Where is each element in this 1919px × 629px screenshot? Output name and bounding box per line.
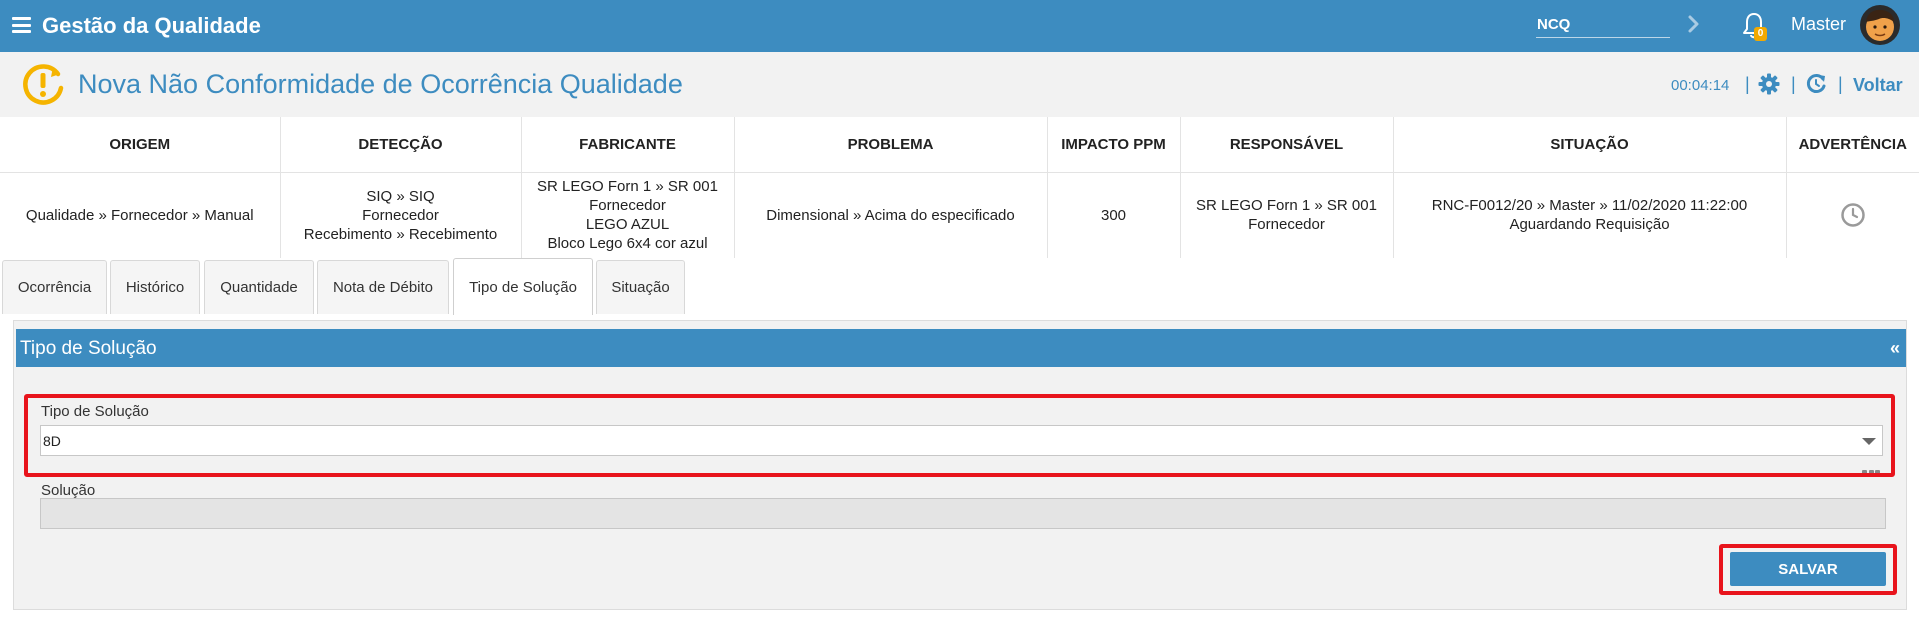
panel-title: Tipo de Solução [20, 338, 157, 359]
cell-text: Dimensional » Acima do especificado [766, 206, 1015, 224]
module-search-input[interactable] [1536, 12, 1670, 38]
cell-problema: Dimensional » Acima do especificado [734, 172, 1048, 258]
hamburger-menu-icon[interactable] [12, 17, 31, 33]
tab-historico[interactable]: Histórico [110, 260, 200, 314]
solution-type-value: 8D [43, 433, 61, 449]
table-row: Qualidade » Fornecedor » Manual SIQ » SI… [0, 172, 1919, 258]
page-title: Nova Não Conformidade de Ocorrência Qual… [78, 69, 683, 99]
separator: | [1838, 74, 1843, 94]
solution-type-select[interactable]: 8D [40, 425, 1883, 456]
more-options-icon[interactable] [1862, 462, 1884, 475]
tab-quantidade[interactable]: Quantidade [204, 260, 314, 314]
cell-impacto-ppm: 300 [1047, 172, 1181, 258]
notification-badge: 0 [1754, 27, 1767, 41]
gear-icon[interactable] [1758, 73, 1780, 95]
cell-text: Fornecedor [362, 206, 439, 224]
cell-fabricante: SR LEGO Forn 1 » SR 001 Fornecedor LEGO … [521, 172, 735, 258]
refresh-icon[interactable] [1805, 73, 1827, 95]
app-title: Gestão da Qualidade [42, 13, 261, 38]
top-bar: Gestão da Qualidade 0 Master [0, 0, 1919, 52]
tab-situacao[interactable]: Situação [596, 260, 685, 314]
cell-situacao: RNC-F0012/20 » Master » 11/02/2020 11:22… [1393, 172, 1787, 258]
cell-text: RNC-F0012/20 » Master » 11/02/2020 11:22… [1431, 197, 1748, 215]
column-header-origem: ORIGEM [0, 117, 281, 173]
cell-deteccao: SIQ » SIQ Fornecedor Recebimento » Receb… [280, 172, 522, 258]
column-header-deteccao: DETECÇÃO [280, 117, 522, 173]
cell-origem: Qualidade » Fornecedor » Manual [0, 172, 281, 258]
cell-text: Fornecedor [1248, 216, 1325, 234]
avatar[interactable] [1859, 4, 1901, 46]
cell-text: LEGO AZUL [585, 216, 670, 234]
solution-label: Solução [41, 482, 96, 499]
column-header-advertencia: ADVERTÊNCIA [1786, 117, 1919, 173]
warning-refresh-icon [23, 64, 64, 105]
solution-field [40, 498, 1886, 529]
cell-text: Bloco Lego 6x4 cor azul [547, 235, 708, 253]
cell-text: Recebimento » Recebimento [303, 225, 498, 243]
page-header: Nova Não Conformidade de Ocorrência Qual… [0, 52, 1919, 117]
cell-text: 300 [1100, 206, 1127, 224]
cell-text: SR LEGO Forn 1 » SR 001 [537, 178, 718, 196]
cell-advertencia [1786, 172, 1919, 258]
occurrence-summary-table: ORIGEM DETECÇÃO FABRICANTE PROBLEMA IMPA… [0, 117, 1919, 258]
column-header-impacto-ppm: IMPACTO PPM [1047, 117, 1181, 173]
separator: | [1791, 74, 1796, 94]
cell-responsavel: SR LEGO Forn 1 » SR 001 Fornecedor [1180, 172, 1394, 258]
table-header-row: ORIGEM DETECÇÃO FABRICANTE PROBLEMA IMPA… [0, 117, 1919, 173]
tab-tipo-de-solucao[interactable]: Tipo de Solução [453, 258, 593, 315]
tab-bar: Ocorrência Histórico Quantidade Nota de … [0, 258, 1919, 315]
tab-ocorrencia[interactable]: Ocorrência [2, 260, 107, 314]
tab-nota-de-debito[interactable]: Nota de Débito [317, 260, 449, 314]
user-name[interactable]: Master [1791, 14, 1846, 35]
cell-text: Qualidade » Fornecedor » Manual [25, 206, 254, 224]
back-link[interactable]: Voltar [1853, 75, 1903, 96]
elapsed-timer: 00:04:14 [1671, 77, 1730, 94]
column-header-fabricante: FABRICANTE [521, 117, 735, 173]
cell-text: Aguardando Requisição [1509, 216, 1670, 234]
column-header-situacao: SITUAÇÃO [1393, 117, 1787, 173]
clock-icon[interactable] [1840, 202, 1866, 228]
cell-text: Fornecedor [589, 197, 666, 215]
cell-text: SR LEGO Forn 1 » SR 001 [1196, 197, 1377, 215]
column-header-responsavel: RESPONSÁVEL [1180, 117, 1394, 173]
solution-type-label: Tipo de Solução [41, 403, 149, 420]
save-button[interactable]: SALVAR [1730, 552, 1886, 586]
column-header-problema: PROBLEMA [734, 117, 1048, 173]
separator: | [1745, 74, 1750, 94]
cell-text: SIQ » SIQ [366, 187, 435, 205]
caret-down-icon[interactable] [1862, 438, 1876, 445]
collapse-icon[interactable]: « [1890, 338, 1900, 359]
chevron-right-icon[interactable] [1684, 12, 1704, 36]
solution-type-panel: Tipo de Solução « [13, 320, 1907, 610]
panel-header: Tipo de Solução « [16, 329, 1906, 367]
